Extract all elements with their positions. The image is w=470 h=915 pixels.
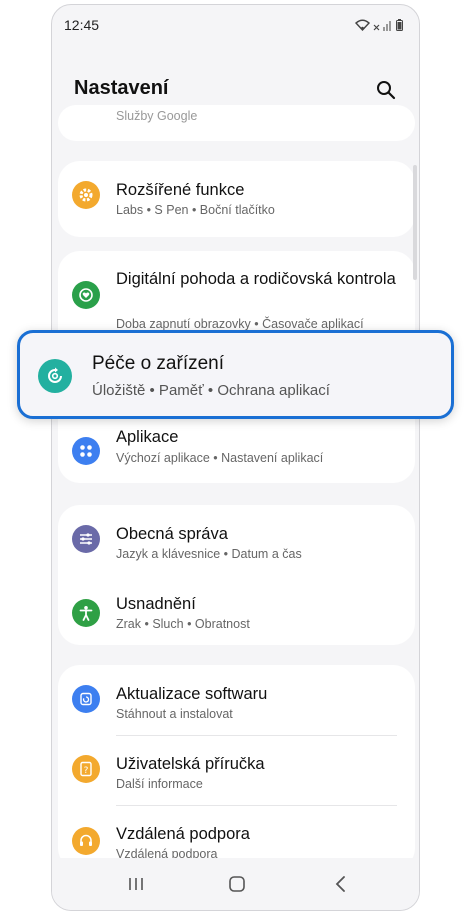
- gear-icon: [72, 181, 100, 209]
- settings-card-support: Aktualizace softwaru Stáhnout a instalov…: [58, 665, 415, 870]
- accessibility-icon: [72, 599, 100, 627]
- item-title: Aktualizace softwaru: [116, 685, 268, 703]
- signal-bars-icon: [383, 21, 391, 31]
- item-subtitle: Stáhnout a instalovat: [116, 707, 233, 721]
- navigation-bar: [52, 858, 419, 910]
- sliders-icon: [72, 525, 100, 553]
- item-subtitle: Jazyk a klávesnice • Datum a čas: [116, 547, 302, 561]
- apps-grid-icon: [72, 437, 100, 465]
- item-subtitle: Úložiště • Paměť • Ochrana aplikací: [92, 382, 330, 399]
- settings-item-general-management[interactable]: Obecná správa Jazyk a klávesnice • Datum…: [58, 505, 415, 575]
- item-subtitle: Další informace: [116, 777, 203, 791]
- manual-icon: ?: [72, 755, 100, 783]
- settings-item-accessibility[interactable]: Usnadnění Zrak • Sluch • Obratnost: [58, 575, 415, 645]
- scrollbar[interactable]: [413, 165, 417, 280]
- settings-card-google: Služby Google: [58, 105, 415, 141]
- search-icon: [377, 81, 396, 100]
- svg-text:?: ?: [84, 766, 89, 776]
- battery-icon: [396, 19, 403, 31]
- item-title: Obecná správa: [116, 525, 228, 543]
- item-title: Rozšířené funkce: [116, 181, 245, 199]
- status-icons: [355, 19, 403, 31]
- settings-item-device-care[interactable]: Péče o zařízení Úložiště • Paměť • Ochra…: [17, 330, 454, 419]
- page-title: Nastavení: [74, 77, 169, 99]
- settings-card-advanced: Rozšířené funkce Labs • S Pen • Boční tl…: [58, 161, 415, 237]
- headset-icon: [72, 827, 100, 855]
- item-title: Uživatelská příručka: [116, 755, 265, 773]
- settings-item-advanced-features[interactable]: Rozšířené funkce Labs • S Pen • Boční tl…: [58, 161, 415, 237]
- back-icon[interactable]: [334, 875, 348, 893]
- phone-screen: 12:45 Nastavení Služby Google Rozšířené …: [51, 4, 420, 911]
- recents-icon[interactable]: [127, 876, 145, 892]
- heart-circle-icon: [72, 281, 100, 309]
- item-title: Usnadnění: [116, 595, 196, 613]
- item-title: Aplikace: [116, 428, 179, 446]
- signal-x-icon: [373, 24, 380, 31]
- update-icon: [72, 685, 100, 713]
- item-subtitle: Zrak • Sluch • Obratnost: [116, 617, 250, 631]
- status-bar: 12:45: [52, 5, 419, 45]
- wifi-icon: [355, 19, 370, 31]
- item-title: Digitální pohoda a rodičovská kontrola: [116, 270, 396, 288]
- settings-card-general: Obecná správa Jazyk a klávesnice • Datum…: [58, 505, 415, 645]
- item-subtitle: Doba zapnutí obrazovky • Časovače aplika…: [116, 317, 364, 331]
- item-title: Péče o zařízení: [92, 353, 225, 374]
- home-icon[interactable]: [228, 875, 246, 893]
- item-subtitle: Výchozí aplikace • Nastavení aplikací: [116, 451, 324, 465]
- google-services-subtitle: Služby Google: [116, 109, 198, 123]
- item-subtitle: Labs • S Pen • Boční tlačítko: [116, 203, 275, 217]
- settings-item-user-manual[interactable]: ? Uživatelská příručka Další informace: [58, 735, 415, 805]
- settings-item-apps[interactable]: Aplikace Výchozí aplikace • Nastavení ap…: [58, 427, 415, 483]
- device-care-icon: [38, 359, 72, 393]
- status-time: 12:45: [64, 17, 100, 33]
- settings-item-digital-wellbeing[interactable]: Digitální pohoda a rodičovská kontrola D…: [58, 251, 415, 333]
- settings-item-software-update[interactable]: Aktualizace softwaru Stáhnout a instalov…: [58, 665, 415, 735]
- item-title: Vzdálená podpora: [116, 825, 250, 843]
- search-button[interactable]: [373, 77, 399, 103]
